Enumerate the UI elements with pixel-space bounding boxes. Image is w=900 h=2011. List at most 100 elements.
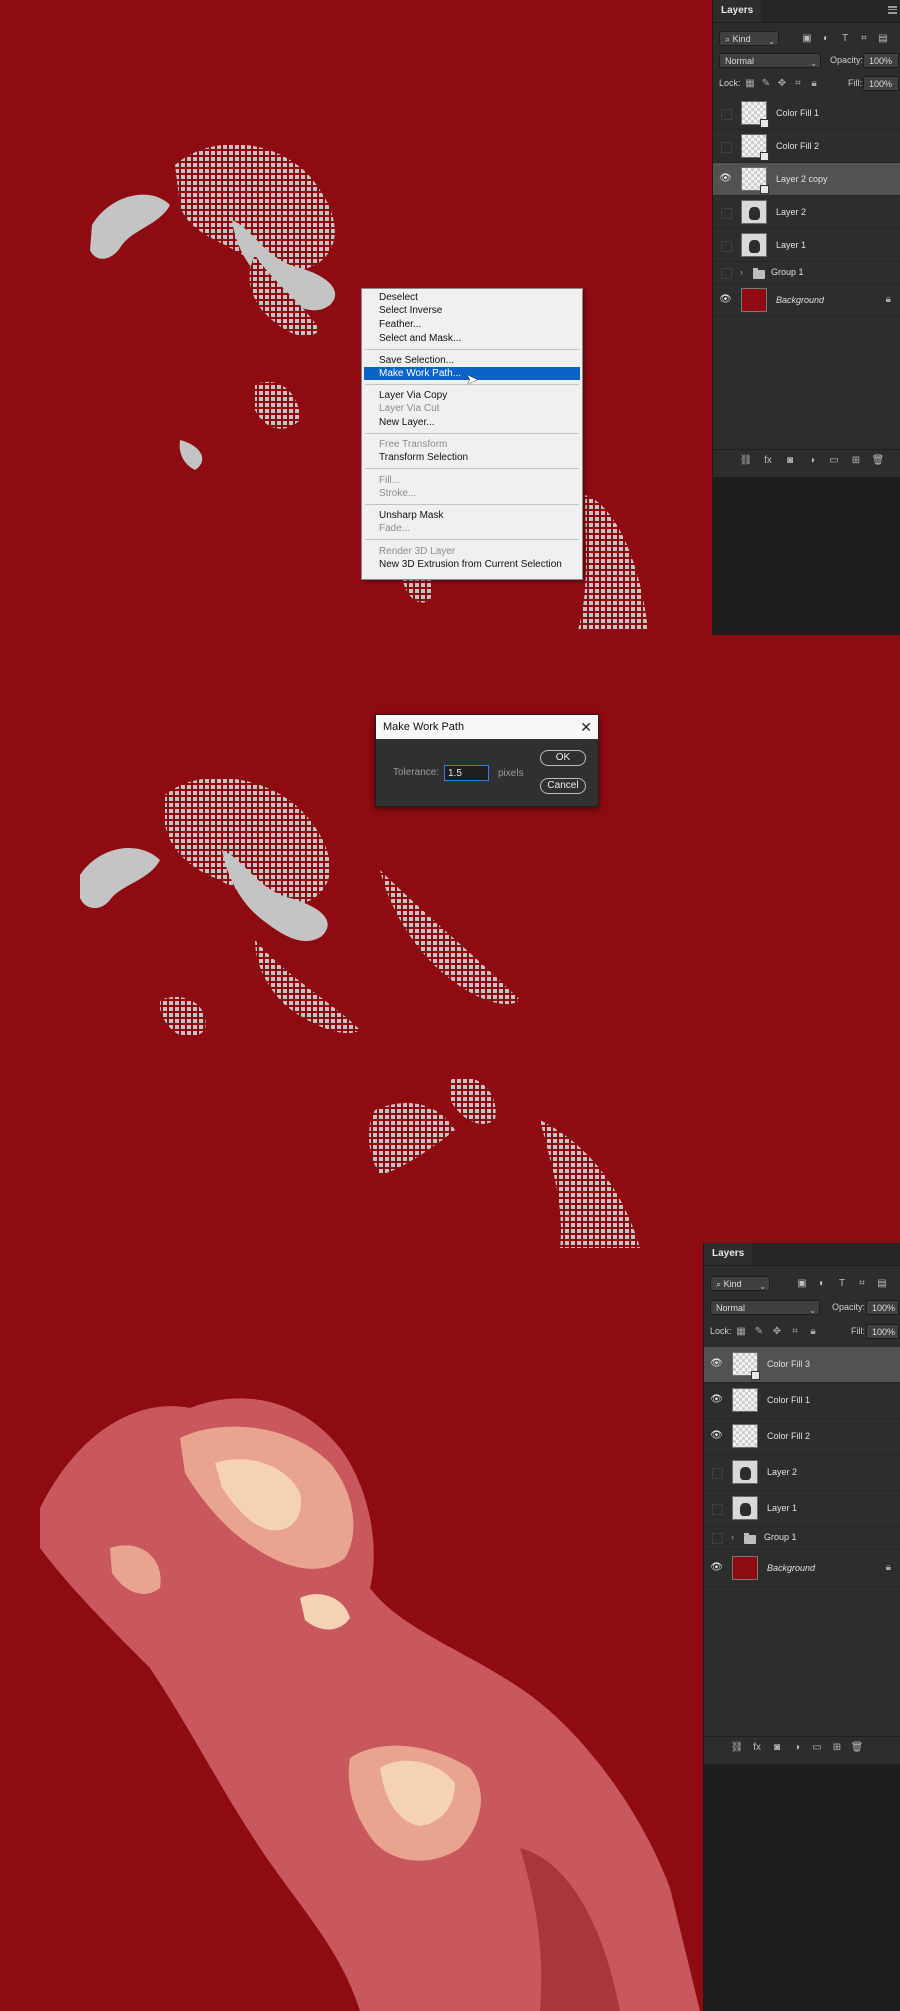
lock-position-icon[interactable]: ✥ (771, 1324, 783, 1339)
layer-row-color-fill-1[interactable]: 👁︎ Color Fill 1 (704, 1383, 900, 1419)
layer-row-layer-2[interactable]: Layer 2 (713, 196, 900, 229)
visibility-toggle[interactable] (712, 1504, 723, 1515)
layers-tab[interactable]: Layers (704, 1243, 753, 1265)
visibility-toggle[interactable] (721, 142, 732, 153)
fill-value: 100% (869, 79, 893, 89)
menu-item-transform-selection[interactable]: Transform Selection (364, 451, 580, 464)
pixel-filter-icon[interactable]: ▣ (795, 1276, 809, 1291)
trash-icon[interactable]: 🗑︎ (850, 1741, 864, 1755)
tolerance-label: Tolerance: (393, 767, 440, 778)
chevron-right-icon[interactable]: › (740, 267, 743, 277)
new-group-icon[interactable]: ▭ (810, 1741, 824, 1755)
type-filter-icon[interactable]: T (835, 1276, 849, 1291)
layers-footer: ⛓︎ fx ◙ ◑ ▭ ⊞ 🗑︎ (704, 1736, 900, 1759)
layer-row-color-fill-2[interactable]: 👁︎ Color Fill 2 (704, 1419, 900, 1455)
layer-row-group-1[interactable]: › Group 1 (713, 262, 900, 284)
lock-transparent-icon[interactable]: ▦ (744, 76, 756, 91)
eye-icon[interactable]: 👁︎ (719, 294, 732, 307)
layer-row-color-fill-2[interactable]: Color Fill 2 (713, 130, 900, 163)
layer-name: Background (767, 1563, 816, 1573)
cancel-button[interactable]: Cancel (540, 778, 586, 794)
mask-icon[interactable]: ◙ (783, 454, 797, 468)
lock-all-icon[interactable]: 🔒︎ (807, 1324, 819, 1339)
opacity-field[interactable]: 100% (866, 1300, 899, 1315)
lock-label: Lock: (719, 78, 741, 88)
menu-item-fade: Fade... (379, 523, 411, 534)
lock-image-icon[interactable]: ✎ (753, 1324, 765, 1339)
fill-field[interactable]: 100% (863, 76, 899, 91)
visibility-toggle[interactable] (721, 109, 732, 120)
lock-all-icon[interactable]: 🔒︎ (808, 76, 820, 91)
eye-icon[interactable]: 👁︎ (710, 1430, 723, 1443)
eye-icon[interactable]: 👁︎ (710, 1358, 723, 1371)
visibility-toggle[interactable] (721, 208, 732, 219)
lock-artboard-icon[interactable]: ⌗ (789, 1324, 801, 1339)
fx-icon[interactable]: fx (750, 1741, 764, 1755)
new-layer-icon[interactable]: ⊞ (830, 1741, 844, 1755)
mask-icon[interactable]: ◙ (770, 1741, 784, 1755)
filter-kind-select[interactable]: ⌕ Kind ⌄ (719, 31, 779, 46)
link-icon[interactable]: ⛓︎ (739, 454, 753, 468)
shape-filter-icon[interactable]: ⌗ (855, 1276, 869, 1291)
filter-kind-select[interactable]: ⌕ Kind ⌄ (710, 1276, 770, 1291)
menu-item-save-selection[interactable]: Save Selection... (364, 354, 580, 367)
layer-row-color-fill-1[interactable]: Color Fill 1 (713, 97, 900, 130)
menu-item-unsharp-mask[interactable]: Unsharp Mask (364, 509, 580, 522)
opacity-field[interactable]: 100% (863, 53, 899, 68)
lock-image-icon[interactable]: ✎ (760, 76, 772, 91)
eye-icon[interactable]: 👁︎ (710, 1394, 723, 1407)
new-layer-icon[interactable]: ⊞ (849, 454, 863, 468)
layer-row-layer-1[interactable]: Layer 1 (704, 1491, 900, 1527)
menu-item-deselect[interactable]: Deselect (364, 291, 580, 304)
close-icon[interactable]: ✕ (580, 715, 592, 739)
tolerance-input[interactable] (444, 765, 489, 781)
adjustment-icon[interactable]: ◑ (790, 1741, 804, 1755)
fx-icon[interactable]: fx (761, 454, 775, 468)
lock-row: Lock: ▦ ✎ ✥ ⌗ 🔒︎ Fill: 100% (704, 1324, 900, 1346)
layer-name: Group 1 (764, 1532, 797, 1542)
smart-object-filter-icon[interactable]: ▤ (875, 1276, 889, 1291)
smart-object-filter-icon[interactable]: ▤ (876, 31, 890, 46)
ok-button[interactable]: OK (540, 750, 586, 766)
layer-row-layer-2-copy[interactable]: 👁︎ Layer 2 copy (713, 163, 900, 196)
chevron-right-icon[interactable]: › (731, 1532, 734, 1542)
layer-row-layer-2[interactable]: Layer 2 (704, 1455, 900, 1491)
layer-row-group-1[interactable]: › Group 1 (704, 1527, 900, 1550)
type-filter-icon[interactable]: T (838, 31, 852, 46)
link-icon[interactable]: ⛓︎ (730, 1741, 744, 1755)
menu-item-select-and-mask[interactable]: Select and Mask... (364, 332, 580, 345)
blend-mode-select[interactable]: Normal ⌄ (710, 1300, 820, 1315)
layer-row-background[interactable]: 👁︎ Background 🔒︎ (713, 284, 900, 317)
adjustment-icon[interactable]: ◑ (805, 454, 819, 468)
chevron-down-icon: ⌄ (768, 37, 775, 46)
visibility-toggle[interactable] (721, 268, 732, 279)
pixel-filter-icon[interactable]: ▣ (800, 31, 814, 46)
menu-item-feather[interactable]: Feather... (364, 318, 580, 331)
eye-icon[interactable]: 👁︎ (719, 173, 732, 186)
layer-filter-row: ⌕ Kind ⌄ ▣ ◐ T ⌗ ▤ (704, 1276, 900, 1298)
menu-item-layer-via-copy[interactable]: Layer Via Copy (364, 389, 580, 402)
layer-row-background[interactable]: 👁︎ Background 🔒︎ (704, 1550, 900, 1587)
menu-item-new-3d-extrusion[interactable]: New 3D Extrusion from Current Selection (364, 558, 580, 571)
menu-item-select-inverse[interactable]: Select Inverse (364, 304, 580, 317)
fill-field[interactable]: 100% (866, 1324, 899, 1339)
visibility-toggle[interactable] (712, 1468, 723, 1479)
lock-artboard-icon[interactable]: ⌗ (792, 76, 804, 91)
tolerance-unit: pixels (498, 768, 524, 779)
menu-item-new-layer[interactable]: New Layer... (364, 416, 580, 429)
panel-menu-icon[interactable] (888, 6, 897, 14)
eye-icon[interactable]: 👁︎ (710, 1562, 723, 1575)
lock-transparent-icon[interactable]: ▦ (735, 1324, 747, 1339)
adjustment-filter-icon[interactable]: ◐ (819, 31, 833, 46)
layer-row-layer-1[interactable]: Layer 1 (713, 229, 900, 262)
visibility-toggle[interactable] (712, 1533, 723, 1544)
shape-filter-icon[interactable]: ⌗ (857, 31, 871, 46)
trash-icon[interactable]: 🗑︎ (871, 454, 885, 468)
layer-row-color-fill-3[interactable]: 👁︎ Color Fill 3 (704, 1347, 900, 1383)
lock-position-icon[interactable]: ✥ (776, 76, 788, 91)
adjustment-filter-icon[interactable]: ◐ (815, 1276, 829, 1291)
blend-mode-select[interactable]: Normal ⌄ (719, 53, 821, 68)
visibility-toggle[interactable] (721, 241, 732, 252)
layers-tab[interactable]: Layers (713, 0, 762, 22)
new-group-icon[interactable]: ▭ (827, 454, 841, 468)
